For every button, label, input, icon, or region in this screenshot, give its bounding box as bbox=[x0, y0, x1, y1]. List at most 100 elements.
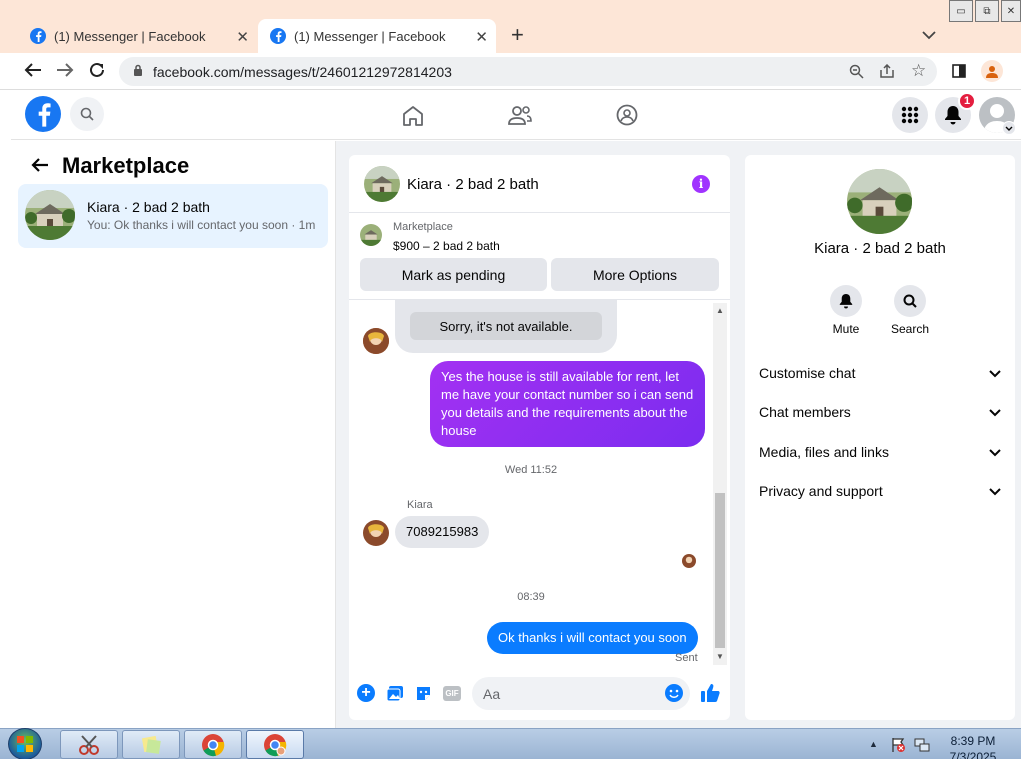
search-label: Search bbox=[890, 322, 930, 336]
gif-icon[interactable]: GIF bbox=[443, 686, 461, 701]
media-files-links-section[interactable]: Media, files and links bbox=[759, 444, 1001, 460]
close-window-icon[interactable]: ✕ bbox=[1001, 0, 1021, 22]
message-status: Sent bbox=[675, 652, 698, 664]
browser-toolbar: facebook.com/messages/t/2460121297281420… bbox=[0, 53, 1021, 90]
side-panel-icon[interactable] bbox=[952, 64, 966, 83]
sent-bubble: Yes the house is still available for ren… bbox=[430, 361, 705, 447]
search-in-conversation-button[interactable] bbox=[894, 285, 926, 317]
new-tab-icon[interactable]: + bbox=[511, 24, 524, 46]
thread-preview: You: Ok thanks i will contact you soon ·… bbox=[87, 218, 316, 232]
conversation-name: Kiara · 2 bad 2 bath bbox=[814, 240, 946, 257]
mute-button[interactable] bbox=[830, 285, 862, 317]
forward-arrow-icon[interactable] bbox=[56, 62, 74, 83]
customise-chat-section[interactable]: Customise chat bbox=[759, 365, 1001, 381]
received-bubble: Sorry, it's not available. bbox=[395, 300, 617, 353]
chevron-down-icon bbox=[989, 444, 1001, 460]
back-arrow-icon[interactable] bbox=[24, 62, 42, 83]
section-label: Customise chat bbox=[759, 365, 856, 381]
action-center-flag-icon[interactable] bbox=[890, 737, 906, 758]
message-input[interactable]: Aa bbox=[472, 677, 690, 710]
facebook-favicon-icon bbox=[270, 28, 286, 44]
mark-as-pending-button[interactable]: Mark as pending bbox=[360, 258, 547, 291]
bookmark-star-icon[interactable]: ☆ bbox=[911, 62, 926, 79]
groups-icon[interactable] bbox=[616, 104, 638, 131]
browser-tab-2-active[interactable]: (1) Messenger | Facebook ✕ bbox=[258, 19, 496, 53]
close-tab-icon[interactable]: ✕ bbox=[236, 28, 249, 46]
thread-list-item[interactable]: Kiara · 2 bad 2 bath You: Ok thanks i wi… bbox=[18, 184, 328, 248]
minimize-window-icon[interactable]: ▭ bbox=[949, 0, 973, 22]
privacy-support-section[interactable]: Privacy and support bbox=[759, 483, 1001, 499]
windows-taskbar: ▲ 8:39 PM 7/3/2025 bbox=[0, 728, 1021, 759]
section-label: Media, files and links bbox=[759, 444, 889, 460]
read-receipt-avatar bbox=[682, 554, 696, 568]
search-icon[interactable] bbox=[70, 97, 104, 131]
show-hidden-icons-icon[interactable]: ▲ bbox=[869, 739, 878, 749]
section-label: Privacy and support bbox=[759, 483, 883, 499]
message-text: Sorry, it's not available. bbox=[410, 312, 602, 340]
tab-title: (1) Messenger | Facebook bbox=[54, 28, 206, 44]
info-icon[interactable]: i bbox=[692, 175, 710, 193]
conversation-avatar[interactable] bbox=[847, 169, 912, 234]
network-icon[interactable] bbox=[914, 737, 930, 758]
more-actions-plus-icon[interactable]: + bbox=[357, 684, 375, 702]
menu-grid-icon[interactable] bbox=[892, 97, 928, 133]
taskbar-sticky-notes-icon[interactable] bbox=[122, 730, 180, 759]
tab-search-chevron-icon[interactable] bbox=[922, 27, 936, 45]
more-options-button[interactable]: More Options bbox=[551, 258, 719, 291]
lock-icon bbox=[133, 64, 143, 80]
thread-list-panel: Marketplace Kiara · 2 bad 2 bath You: Ok… bbox=[11, 141, 336, 728]
message-input-placeholder: Aa bbox=[483, 686, 501, 702]
home-icon[interactable] bbox=[402, 105, 424, 131]
notification-badge: 1 bbox=[958, 92, 976, 110]
page-title: Marketplace bbox=[62, 153, 190, 178]
sticker-icon[interactable] bbox=[415, 685, 432, 707]
divider bbox=[349, 212, 730, 213]
account-chevron-icon[interactable] bbox=[1002, 121, 1016, 135]
facebook-logo-icon[interactable] bbox=[25, 96, 61, 132]
window-controls: ▭ ⧉ ✕ bbox=[947, 0, 1021, 28]
taskbar-snipping-tool-icon[interactable] bbox=[60, 730, 118, 759]
listing-label: Marketplace bbox=[393, 221, 453, 233]
friends-icon[interactable] bbox=[508, 105, 532, 131]
emoji-icon[interactable] bbox=[665, 684, 683, 702]
scroll-up-icon[interactable]: ▲ bbox=[716, 306, 724, 315]
clock-time[interactable]: 8:39 PM bbox=[942, 734, 1004, 748]
share-icon[interactable] bbox=[879, 63, 895, 82]
zoom-icon[interactable] bbox=[849, 64, 864, 82]
sender-name: Kiara bbox=[407, 499, 433, 511]
tab-title: (1) Messenger | Facebook bbox=[294, 28, 446, 44]
timestamp: Wed 11:52 bbox=[504, 464, 558, 476]
start-button[interactable] bbox=[8, 728, 42, 759]
like-thumb-icon[interactable] bbox=[700, 683, 720, 708]
reload-icon[interactable] bbox=[88, 61, 106, 84]
scrollbar-thumb[interactable] bbox=[715, 493, 725, 648]
clock-date[interactable]: 7/3/2025 bbox=[942, 750, 1004, 759]
scroll-down-icon[interactable]: ▼ bbox=[716, 652, 724, 661]
listing-thumb-icon bbox=[360, 224, 382, 246]
chevron-down-icon bbox=[989, 404, 1001, 420]
listing-price-title[interactable]: $900 – 2 bad 2 bath bbox=[393, 239, 500, 253]
facebook-header: 1 bbox=[11, 90, 1021, 140]
received-bubble[interactable]: 7089215983 bbox=[395, 516, 490, 548]
section-label: Chat members bbox=[759, 404, 851, 420]
sent-bubble: Ok thanks i will contact you soon bbox=[487, 622, 698, 654]
back-arrow-icon[interactable] bbox=[31, 157, 49, 178]
chevron-down-icon bbox=[989, 483, 1001, 499]
attach-image-icon[interactable] bbox=[386, 685, 404, 707]
scrollbar-track[interactable]: ▲ ▼ bbox=[713, 303, 727, 665]
restore-window-icon[interactable]: ⧉ bbox=[975, 0, 999, 22]
address-bar[interactable]: facebook.com/messages/t/2460121297281420… bbox=[119, 57, 937, 86]
taskbar-chrome-profile-icon[interactable] bbox=[246, 730, 304, 759]
sender-avatar[interactable] bbox=[363, 520, 389, 546]
thread-name: Kiara · 2 bad 2 bath bbox=[87, 199, 210, 215]
chat-header-name[interactable]: Kiara · 2 bad 2 bath bbox=[407, 176, 539, 193]
browser-tab-1[interactable]: (1) Messenger | Facebook ✕ bbox=[0, 19, 257, 53]
sender-avatar[interactable] bbox=[363, 328, 389, 354]
browser-tab-strip: (1) Messenger | Facebook ✕ (1) Messenger… bbox=[0, 0, 1021, 53]
listing-avatar-icon bbox=[25, 190, 75, 240]
chat-avatar[interactable] bbox=[364, 166, 400, 202]
chat-members-section[interactable]: Chat members bbox=[759, 404, 1001, 420]
close-tab-icon[interactable]: ✕ bbox=[475, 28, 488, 46]
taskbar-chrome-icon[interactable] bbox=[184, 730, 242, 759]
profile-avatar-icon[interactable] bbox=[981, 60, 1003, 82]
